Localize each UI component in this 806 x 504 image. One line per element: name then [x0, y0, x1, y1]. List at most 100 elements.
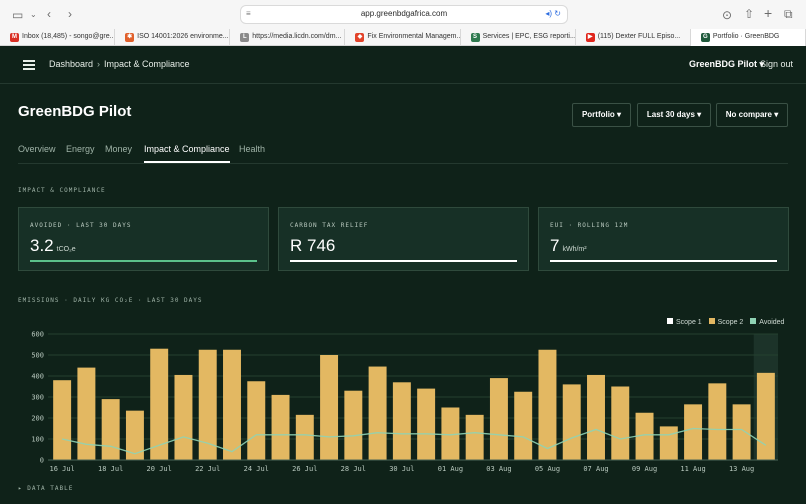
kpi-bar: [290, 260, 517, 262]
y-tick-label: 600: [31, 331, 44, 339]
legend-label: Scope 2: [717, 318, 744, 326]
data-table-toggle[interactable]: ▸ DATA TABLE: [18, 485, 73, 492]
bar-scope2: [417, 388, 436, 460]
breadcrumb-separator: ›: [97, 59, 101, 69]
audio-reload-icon[interactable]: ◂) ↻: [545, 9, 561, 18]
kpi-unit: tCO₂e: [56, 246, 76, 253]
y-tick-label: 400: [31, 373, 44, 381]
browser-tab-label: https://media.licdn.com/dm...: [252, 33, 342, 40]
browser-tab-label: (115) Dexter FULL Episo...: [597, 33, 681, 40]
bar-scope2: [344, 390, 363, 460]
bar-scope2: [756, 372, 775, 460]
browser-tab[interactable]: ◆ Fix Environmental Managem...: [345, 29, 461, 46]
bar-scope2: [77, 367, 96, 460]
link-icon: L: [240, 33, 250, 42]
legend-scope2[interactable]: Scope 2: [708, 318, 744, 326]
app-header: Dashboard › Impact & Compliance GreenBDG P…: [0, 46, 806, 84]
bar-scope2: [223, 349, 241, 460]
x-tick-label: 01 Aug: [438, 465, 463, 473]
greenbdg-icon: G: [700, 33, 710, 42]
bar-scope2: [514, 391, 533, 460]
share-icon[interactable]: ⇧: [744, 7, 754, 21]
bar-scope2: [708, 383, 727, 460]
y-tick-label: 0: [40, 457, 44, 465]
legend-scope1[interactable]: Scope 1: [667, 318, 702, 326]
kpi-carbon-tax: CARBON TAX RELIEF R 746: [278, 207, 529, 271]
address-bar[interactable]: ≡ app.greenbdgafrica.com ◂) ↻: [240, 5, 568, 24]
bar-scope2: [392, 382, 411, 460]
bar-scope2: [320, 355, 339, 460]
tab-health[interactable]: Health: [239, 144, 265, 154]
kpi-label: AVOIDED · LAST 30 DAYS: [30, 222, 132, 229]
y-tick-label: 500: [31, 352, 44, 360]
iso-icon: ✱: [125, 33, 135, 42]
bar-scope2: [562, 384, 581, 460]
kpi-label: EUI · ROLLING 12M: [550, 222, 629, 229]
browser-tab[interactable]: ✱ ISO 14001:2026 environme...: [115, 29, 231, 46]
back-icon[interactable]: ‹: [47, 7, 51, 21]
x-tick-label: 09 Aug: [632, 465, 657, 473]
x-tick-label: 03 Aug: [486, 465, 511, 473]
menu-icon[interactable]: [23, 60, 35, 70]
bar-scope2: [684, 404, 703, 460]
x-tick-label: 16 Jul: [49, 465, 74, 473]
x-tick-label: 28 Jul: [341, 465, 366, 473]
x-tick-label: 18 Jul: [98, 465, 123, 473]
breadcrumb-dashboard[interactable]: Dashboard: [49, 59, 93, 69]
services-icon: S: [470, 33, 480, 42]
kpi-unit: kWh/m²: [562, 246, 587, 253]
bar-scope2: [295, 414, 314, 460]
browser-tab-label: Services | EPC, ESG reporti...: [482, 33, 576, 40]
forward-icon[interactable]: ›: [68, 7, 72, 21]
kpi-number: 7: [550, 236, 560, 255]
new-tab-icon[interactable]: +: [764, 6, 772, 20]
legend-label: Avoided: [759, 318, 785, 326]
download-icon[interactable]: ⊙: [722, 8, 732, 22]
chevron-down-icon[interactable]: ⌄: [30, 8, 37, 22]
bar-scope2: [587, 374, 605, 460]
tab-money[interactable]: Money: [105, 144, 132, 154]
browser-tab-label: Portfolio · GreenBDG: [712, 33, 780, 40]
bar-scope2: [659, 426, 678, 460]
breadcrumb: Dashboard › Impact & Compliance: [49, 59, 190, 69]
gmail-icon: M: [10, 33, 19, 42]
browser-tab[interactable]: G Portfolio · GreenBDG: [690, 29, 806, 46]
x-tick-label: 24 Jul: [244, 465, 269, 473]
kpi-bar: [30, 260, 257, 262]
bar-scope2: [271, 394, 290, 460]
kpi-value: 7 kWh/m²: [550, 236, 587, 256]
browser-tab[interactable]: M Inbox (18,485) - songo@gre...: [0, 29, 116, 46]
signout-link[interactable]: Sign out: [760, 59, 793, 69]
browser-tab[interactable]: ▶ (115) Dexter FULL Episo...: [576, 29, 691, 46]
account-menu[interactable]: GreenBDG Pilot ▾: [689, 59, 764, 70]
browser-tab[interactable]: S Services | EPC, ESG reporti...: [461, 29, 576, 46]
gitlab-icon: ◆: [355, 33, 365, 42]
address-url: app.greenbdgafrica.com: [360, 9, 448, 18]
bar-scope2: [101, 399, 120, 460]
tab-strip: M Inbox (18,485) - songo@gre... ✱ ISO 14001…: [0, 29, 806, 46]
legend-swatch: [667, 318, 673, 324]
kpi-bar: [550, 260, 777, 262]
tab-overview[interactable]: Overview: [18, 144, 56, 154]
kpi-avoided: AVOIDED · LAST 30 DAYS 3.2 tCO₂e: [18, 207, 269, 271]
bar-scope2: [368, 366, 387, 460]
sidebar-toggle-icon[interactable]: ▭: [12, 8, 23, 22]
tab-impact-compliance[interactable]: Impact & Compliance: [144, 144, 230, 163]
x-tick-label: 07 Aug: [583, 465, 608, 473]
kpi-number: 3.2: [30, 236, 54, 255]
tab-energy[interactable]: Energy: [66, 144, 95, 154]
section-label: IMPACT & COMPLIANCE: [18, 187, 106, 194]
browser-tab[interactable]: Lhttps://media.licdn.com/dm...: [230, 29, 346, 46]
date-range-filter[interactable]: Last 30 days ▾: [637, 103, 711, 127]
chart-title: EMISSIONS · DAILY KG CO₂E · LAST 30 DAYS: [18, 297, 203, 304]
breadcrumb-current: Impact & Compliance: [104, 59, 190, 69]
portfolio-filter[interactable]: Portfolio ▾: [572, 103, 631, 127]
bar-scope2: [247, 381, 266, 460]
tab-overview-icon[interactable]: ⧉: [784, 7, 793, 21]
bar-scope2: [465, 414, 484, 460]
browser-tab-label: Fix Environmental Managem...: [367, 33, 461, 40]
compare-filter[interactable]: No compare ▾: [716, 103, 788, 127]
legend-avoided[interactable]: Avoided: [750, 318, 785, 326]
y-tick-label: 200: [31, 415, 44, 423]
kpi-eui: EUI · ROLLING 12M 7 kWh/m²: [538, 207, 789, 271]
